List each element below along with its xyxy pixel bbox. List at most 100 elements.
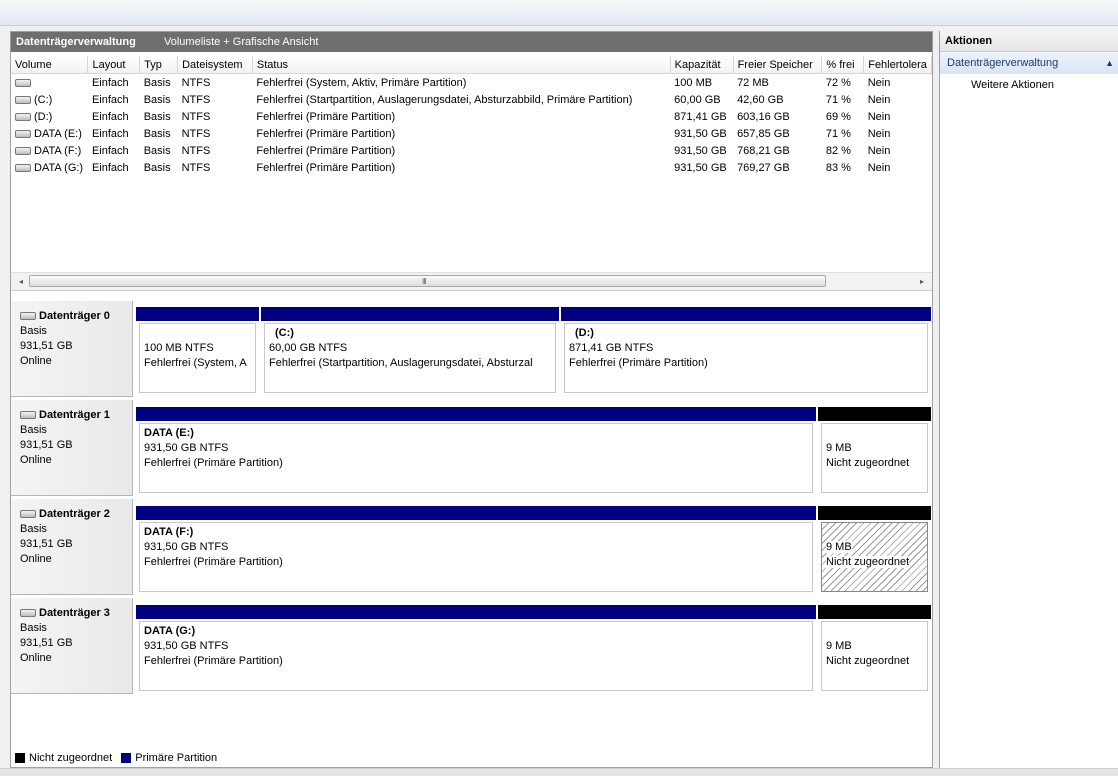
partition-system[interactable]: 100 MB NTFS Fehlerfrei (System, A	[136, 307, 259, 396]
partition-size: 871,41 GB NTFS	[569, 342, 654, 354]
cell-typ: Basis	[143, 144, 171, 157]
partition-d[interactable]: (D:) 871,41 GB NTFS Fehlerfrei (Primäre …	[561, 307, 931, 396]
partition-size: 9 MB	[826, 442, 852, 454]
cell-status: Fehlerfrei (Startpartition, Auslagerungs…	[256, 93, 633, 106]
cell-layout: Einfach	[91, 161, 129, 174]
cell-fehlertoleranz: Nein	[867, 93, 891, 106]
partition-body: 9 MB Nicht zugeordnet	[821, 423, 928, 493]
col-dateisystem[interactable]: Dateisystem	[177, 56, 253, 74]
disk-3-label[interactable]: Datenträger 3 Basis 931,51 GB Online	[11, 598, 133, 694]
disk-2-label[interactable]: Datenträger 2 Basis 931,51 GB Online	[11, 499, 133, 595]
drive-icon	[15, 129, 31, 138]
partition-bar	[818, 506, 931, 520]
partition-f[interactable]: DATA (F:) 931,50 GB NTFS Fehlerfrei (Pri…	[136, 506, 816, 595]
scroll-right-icon[interactable]: ▸	[914, 273, 930, 290]
partition-size: 931,50 GB NTFS	[144, 442, 229, 454]
cell-kapazitaet: 931,50 GB	[674, 144, 727, 157]
table-row[interactable]: Einfach Basis NTFS Fehlerfrei (System, A…	[11, 74, 932, 92]
partition-size: 9 MB	[826, 640, 852, 652]
table-row[interactable]: DATA (G:) Einfach Basis NTFS Fehlerfrei …	[11, 159, 932, 176]
legend-unallocated-swatch	[15, 753, 25, 764]
unallocated-space-3[interactable]: 9 MB Nicht zugeordnet	[818, 605, 931, 694]
partition-name: (D:)	[575, 327, 594, 339]
disk-size: 931,51 GB	[20, 439, 73, 451]
partition-body: DATA (F:) 931,50 GB NTFS Fehlerfrei (Pri…	[139, 522, 813, 592]
actions-section-header[interactable]: Datenträgerverwaltung ▲	[940, 52, 1118, 74]
cell-fehlertoleranz: Nein	[867, 76, 891, 89]
partition-e[interactable]: DATA (E:) 931,50 GB NTFS Fehlerfrei (Pri…	[136, 407, 816, 496]
partition-status: Fehlerfrei (Primäre Partition)	[144, 655, 283, 667]
cell-fehlertoleranz: Nein	[867, 127, 891, 140]
cell-status: Fehlerfrei (Primäre Partition)	[256, 161, 396, 174]
window-top-bar	[0, 0, 1118, 26]
cell-freier-speicher: 603,16 GB	[737, 110, 790, 123]
col-freier-speicher[interactable]: Freier Speicher	[733, 56, 823, 74]
cell-fehlertoleranz: Nein	[867, 161, 891, 174]
table-row[interactable]: DATA (F:) Einfach Basis NTFS Fehlerfrei …	[11, 142, 932, 159]
partition-bar	[136, 307, 259, 321]
cell-prozent-frei: 82 %	[825, 144, 851, 157]
unallocated-space-1[interactable]: 9 MB Nicht zugeordnet	[818, 407, 931, 496]
actions-title: Aktionen	[940, 31, 1118, 52]
legend-primary-label: Primäre Partition	[135, 752, 218, 764]
partition-body: 9 MB Nicht zugeordnet	[821, 522, 928, 592]
col-volume[interactable]: Volume	[11, 56, 89, 74]
disk-type: Basis	[20, 523, 47, 535]
disk-state: Online	[20, 454, 52, 466]
more-actions-item[interactable]: Weitere Aktionen	[940, 74, 1118, 96]
col-prozent-frei[interactable]: % frei	[821, 56, 865, 74]
cell-status: Fehlerfrei (Primäre Partition)	[256, 110, 396, 123]
cell-freier-speicher: 42,60 GB	[737, 93, 784, 106]
disk-icon	[20, 609, 36, 618]
disk-0-label[interactable]: Datenträger 0 Basis 931,51 GB Online	[11, 301, 133, 397]
partition-name	[826, 426, 923, 441]
partition-name	[144, 326, 251, 341]
cell-volume: DATA (G:)	[11, 159, 88, 176]
partition-body: 9 MB Nicht zugeordnet	[821, 621, 928, 691]
actions-pane: Aktionen Datenträgerverwaltung ▲ Weitere…	[939, 31, 1118, 768]
partition-body: DATA (E:) 931,50 GB NTFS Fehlerfrei (Pri…	[139, 423, 813, 493]
cell-volume: DATA (F:)	[11, 142, 88, 159]
scroll-left-icon[interactable]: ◂	[13, 273, 29, 290]
disk-name: Datenträger 0	[39, 310, 110, 322]
partition-body: (D:) 871,41 GB NTFS Fehlerfrei (Primäre …	[564, 323, 928, 393]
partition-c[interactable]: (C:) 60,00 GB NTFS Fehlerfrei (Startpart…	[261, 307, 559, 396]
table-row[interactable]: DATA (E:) Einfach Basis NTFS Fehlerfrei …	[11, 125, 932, 142]
partition-body: 100 MB NTFS Fehlerfrei (System, A	[139, 323, 256, 393]
partition-name	[826, 624, 923, 639]
disk-icon	[20, 510, 36, 519]
cell-dateisystem: NTFS	[181, 110, 211, 123]
partition-name: (C:)	[275, 327, 294, 339]
cell-prozent-frei: 69 %	[825, 110, 851, 123]
horizontal-scrollbar[interactable]: ◂ III ▸	[11, 272, 932, 290]
partition-g[interactable]: DATA (G:) 931,50 GB NTFS Fehlerfrei (Pri…	[136, 605, 816, 694]
table-row[interactable]: (D:) Einfach Basis NTFS Fehlerfrei (Prim…	[11, 108, 932, 125]
cell-layout: Einfach	[91, 144, 129, 157]
collapse-icon[interactable]: ▲	[1105, 52, 1114, 74]
partition-bar	[136, 605, 816, 619]
table-header-row: Volume Layout Typ Dateisystem Status Kap…	[11, 56, 932, 74]
partition-size: 60,00 GB NTFS	[269, 342, 348, 354]
disk-state: Online	[20, 355, 52, 367]
disk-icon	[20, 411, 36, 420]
volume-name: DATA (E:)	[34, 127, 82, 140]
cell-typ: Basis	[143, 127, 171, 140]
actions-section-label: Datenträgerverwaltung	[947, 57, 1059, 69]
col-layout[interactable]: Layout	[87, 56, 141, 74]
col-kapazitaet[interactable]: Kapazität	[670, 56, 734, 74]
col-typ[interactable]: Typ	[139, 56, 179, 74]
cell-dateisystem: NTFS	[181, 76, 211, 89]
scroll-thumb[interactable]: III	[29, 275, 826, 287]
partition-status: Fehlerfrei (Primäre Partition)	[144, 556, 283, 568]
partition-bar	[818, 605, 931, 619]
table-row[interactable]: (C:) Einfach Basis NTFS Fehlerfrei (Star…	[11, 91, 932, 108]
disk-1-label[interactable]: Datenträger 1 Basis 931,51 GB Online	[11, 400, 133, 496]
cell-dateisystem: NTFS	[181, 144, 211, 157]
graphical-view: Datenträger 0 Basis 931,51 GB Online 100…	[11, 290, 932, 761]
col-fehlertoleranz[interactable]: Fehlertolera	[863, 56, 932, 74]
cell-status: Fehlerfrei (Primäre Partition)	[256, 144, 396, 157]
col-status[interactable]: Status	[252, 56, 671, 74]
unallocated-space-2-selected[interactable]: 9 MB Nicht zugeordnet	[818, 506, 931, 595]
pane-view-label: Volumeliste + Grafische Ansicht	[164, 36, 319, 48]
cell-layout: Einfach	[91, 76, 129, 89]
